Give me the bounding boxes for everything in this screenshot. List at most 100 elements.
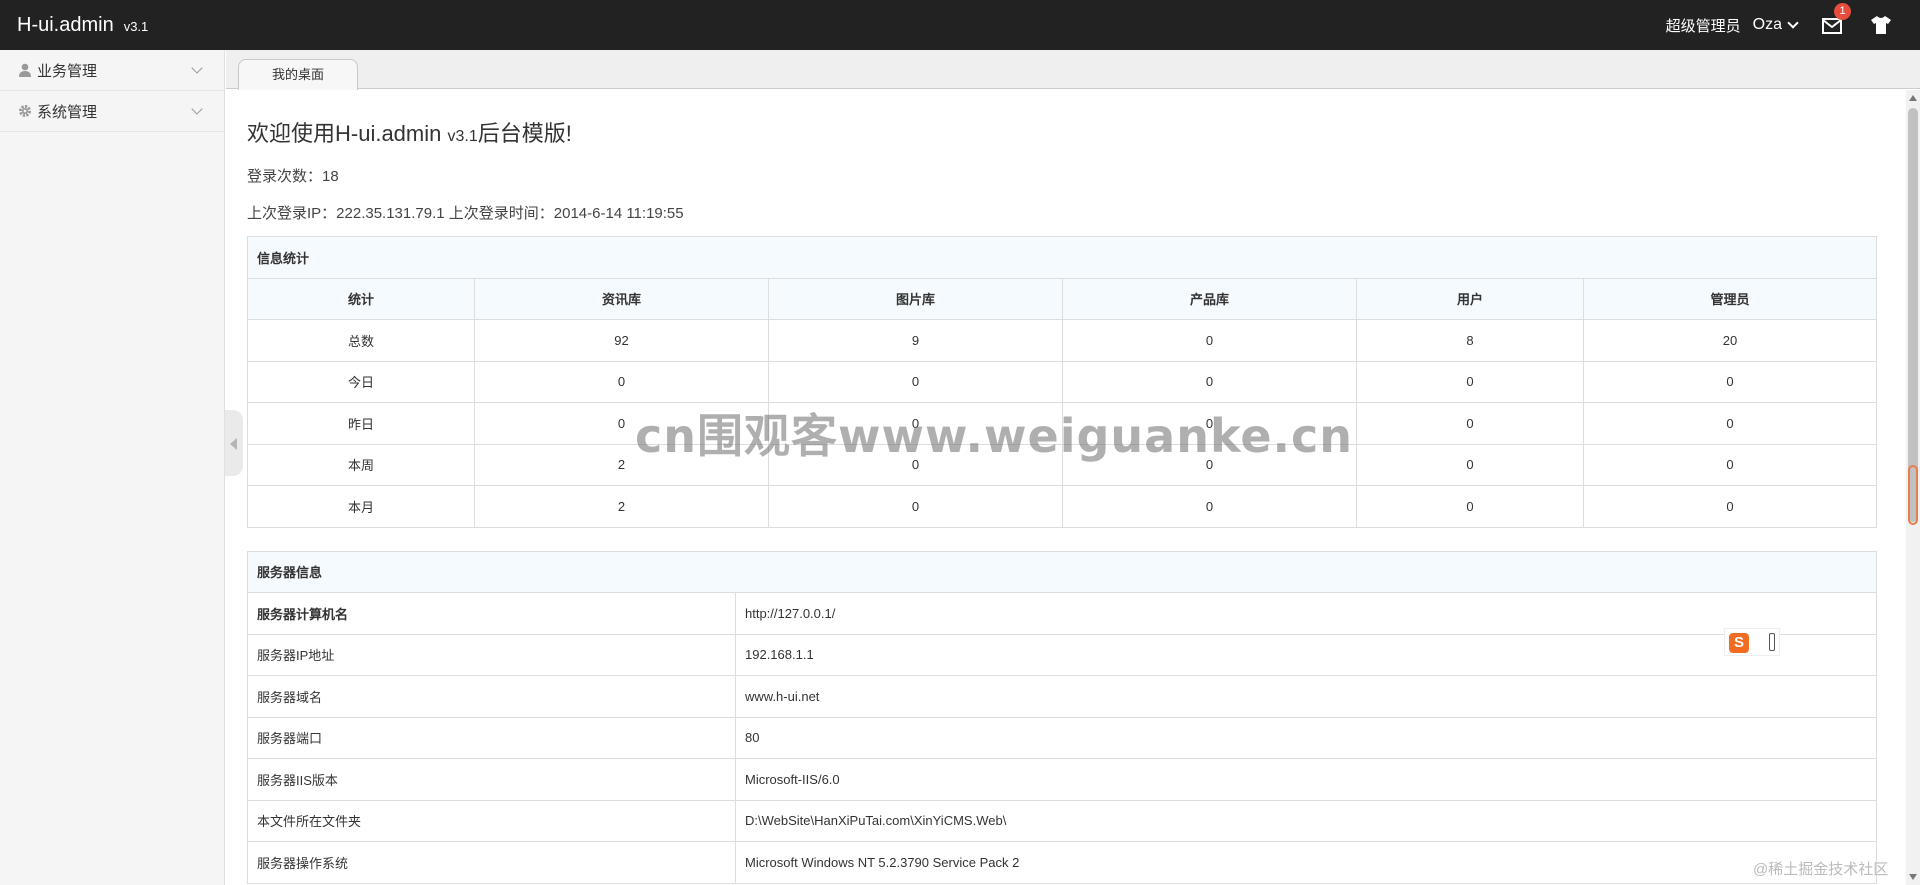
- table-cell: 0: [1062, 443, 1357, 486]
- table-cell: 本文件所在文件夹: [247, 799, 736, 842]
- table-header: 统计: [247, 277, 475, 320]
- table-cell: 0: [1356, 402, 1584, 445]
- chevron-down-icon: [1787, 17, 1799, 29]
- table-cell: 本月: [247, 485, 475, 528]
- envelope-icon: [1822, 18, 1842, 34]
- logo-text: H-ui.admin: [17, 13, 114, 36]
- table-cell: 9: [768, 319, 1063, 362]
- sidebar-item-business[interactable]: 业务管理: [0, 50, 224, 91]
- table-cell: 20: [1583, 319, 1877, 362]
- table-cell: 0: [1583, 443, 1877, 486]
- user-menu[interactable]: Oza: [1753, 16, 1799, 34]
- table-row: 本文件所在文件夹 D:\WebSite\HanXiPuTai.com\XinYi…: [247, 799, 1877, 842]
- table-row: 本周 2 0 0 0 0: [247, 443, 1877, 486]
- message-button[interactable]: 1: [1822, 3, 1851, 35]
- table-cell: 2: [474, 485, 769, 528]
- table-cell: 0: [1062, 485, 1357, 528]
- table-cell: 0: [768, 485, 1063, 528]
- vertical-scrollbar[interactable]: [1906, 90, 1920, 885]
- welcome-version: v3.1: [447, 128, 478, 145]
- table-cell: 服务器IP地址: [247, 633, 736, 676]
- sogou-icon: S: [1729, 633, 1749, 653]
- table-cell: http://127.0.0.1/: [735, 592, 1877, 635]
- table-header: 用户: [1356, 277, 1584, 320]
- sidebar-item-label: 系统管理: [37, 103, 98, 121]
- table-cell: 92: [474, 319, 769, 362]
- table-cell: Microsoft-IIS/6.0: [735, 758, 1877, 801]
- table-cell: 总数: [247, 319, 475, 362]
- welcome-text: 欢迎使用H-ui.admin: [247, 121, 448, 146]
- table-cell: www.h-ui.net: [735, 675, 1877, 718]
- tab-bar: 我的桌面: [226, 50, 1920, 90]
- table-row: 服务器域名 www.h-ui.net: [247, 675, 1877, 718]
- table-cell: 2: [474, 443, 769, 486]
- table-cell: 0: [1583, 485, 1877, 528]
- message-count-badge: 1: [1834, 3, 1851, 20]
- sidebar-item-label: 业务管理: [37, 62, 98, 80]
- sidebar: 业务管理 系统管理: [0, 50, 225, 885]
- table-cell: 0: [768, 402, 1063, 445]
- table-cell: 0: [1356, 485, 1584, 528]
- table-cell: 0: [1062, 402, 1357, 445]
- table-cell: 服务器域名: [247, 675, 736, 718]
- table-cell: 80: [735, 716, 1877, 759]
- tab-my-desktop[interactable]: 我的桌面: [238, 59, 358, 90]
- chevron-down-icon: [191, 62, 203, 74]
- main-content: 欢迎使用H-ui.admin v3.1后台模版! 登录次数：18 上次登录IP：…: [226, 90, 1906, 885]
- table-row: 总数 92 9 0 8 20: [247, 319, 1877, 362]
- sidebar-item-system[interactable]: 系统管理: [0, 91, 224, 132]
- table-cell: D:\WebSite\HanXiPuTai.com\XinYiCMS.Web\: [735, 799, 1877, 842]
- table-cell: 本周: [247, 443, 475, 486]
- table-header: 图片库: [768, 277, 1063, 320]
- ime-options-icon: [1769, 633, 1775, 651]
- table-cell: 服务器端口: [247, 716, 736, 759]
- welcome-suffix: 后台模版!: [477, 121, 572, 146]
- gear-icon: [19, 105, 31, 117]
- table-cell: 昨日: [247, 402, 475, 445]
- table-cell: 0: [474, 360, 769, 403]
- scroll-down-icon[interactable]: [1909, 874, 1917, 880]
- table-row: 服务器IIS版本 Microsoft-IIS/6.0: [247, 758, 1877, 801]
- table-cell: 8: [1356, 319, 1584, 362]
- scroll-marker: [1908, 465, 1918, 525]
- top-navbar: H-ui.admin v3.1 超级管理员 Oza 1: [0, 0, 1920, 50]
- stats-table: 信息统计 统计 资讯库 图片库 产品库 用户 管理员 总数 92 9 0 8 2…: [247, 236, 1877, 528]
- page-title: 欢迎使用H-ui.admin v3.1后台模版!: [247, 116, 1906, 148]
- table-cell: 0: [474, 402, 769, 445]
- table-cell: 今日: [247, 360, 475, 403]
- table-cell: 服务器计算机名: [247, 592, 736, 635]
- table-row: 昨日 0 0 0 0 0: [247, 402, 1877, 445]
- table-cell: 0: [1062, 360, 1357, 403]
- last-login-info: 上次登录IP：222.35.131.79.1 上次登录时间：2014-6-14 …: [247, 205, 684, 222]
- scroll-up-icon[interactable]: [1909, 95, 1917, 101]
- server-info-table: 服务器信息 服务器计算机名 http://127.0.0.1/ 服务器IP地址 …: [247, 550, 1877, 884]
- table-header: 管理员: [1583, 277, 1877, 320]
- table-cell: 0: [1356, 360, 1584, 403]
- table-row: 今日 0 0 0 0 0: [247, 360, 1877, 403]
- table-cell: 服务器IIS版本: [247, 758, 736, 801]
- user-icon: [19, 63, 31, 77]
- table-row: 服务器操作系统 Microsoft Windows NT 5.2.3790 Se…: [247, 841, 1877, 884]
- table-row: 服务器IP地址 192.168.1.1: [247, 633, 1877, 676]
- tshirt-icon: [1871, 16, 1891, 34]
- table-header: 资讯库: [474, 277, 769, 320]
- table-cell: 0: [1356, 443, 1584, 486]
- login-count: 登录次数：18: [247, 168, 339, 185]
- ime-toolbar[interactable]: S: [1724, 628, 1780, 656]
- table-row: 本月 2 0 0 0 0: [247, 485, 1877, 528]
- scrollbar-thumb[interactable]: [1908, 108, 1918, 522]
- source-credit: @稀土掘金技术社区: [1753, 861, 1889, 878]
- table-cell: 0: [768, 360, 1063, 403]
- table-header-row: 统计 资讯库 图片库 产品库 用户 管理员: [247, 277, 1877, 320]
- table-cell: 0: [1062, 319, 1357, 362]
- user-role: 超级管理员: [1665, 17, 1741, 35]
- table-cell: 192.168.1.1: [735, 633, 1877, 676]
- table-row: 服务器计算机名 http://127.0.0.1/: [247, 592, 1877, 635]
- logo-version: v3.1: [123, 18, 149, 34]
- app-logo[interactable]: H-ui.admin v3.1: [17, 14, 148, 37]
- table-cell: 0: [1583, 402, 1877, 445]
- table-cell: 服务器操作系统: [247, 841, 736, 884]
- skin-switch-button[interactable]: [1870, 15, 1892, 35]
- chevron-down-icon: [191, 103, 203, 115]
- table-row: 服务器端口 80: [247, 716, 1877, 759]
